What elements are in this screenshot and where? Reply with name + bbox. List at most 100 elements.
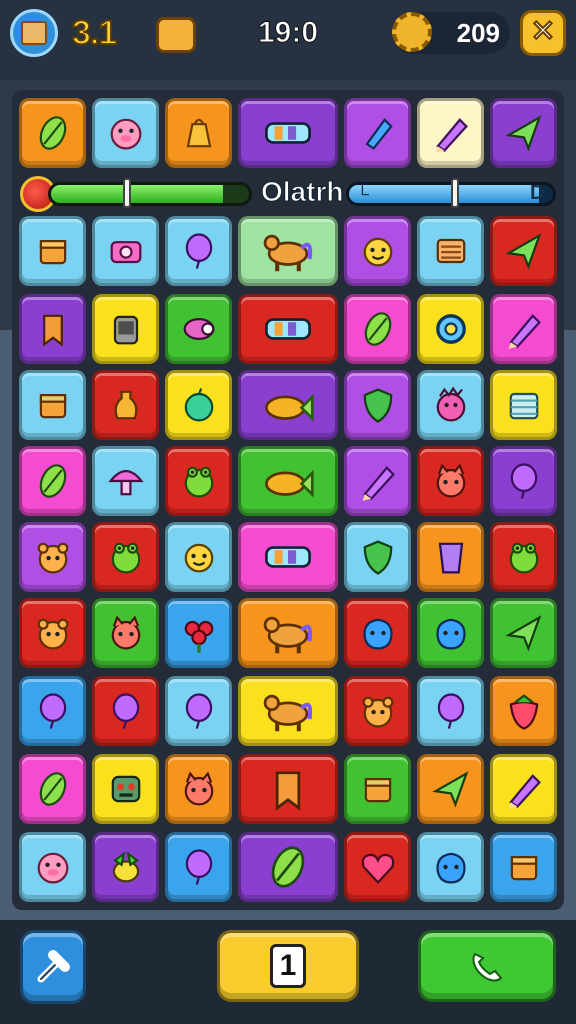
tile-monster[interactable] — [417, 370, 484, 440]
tile-plane[interactable] — [490, 598, 557, 668]
tile-camera[interactable] — [92, 216, 159, 286]
tile-blob[interactable] — [344, 598, 411, 668]
tile-bird[interactable] — [92, 832, 159, 902]
blob-icon — [435, 852, 466, 884]
hammer-icon — [37, 950, 70, 983]
tile-mushroom[interactable] — [92, 446, 159, 516]
tile-scroll[interactable] — [417, 216, 484, 286]
box-icon — [39, 240, 66, 265]
tile-bear[interactable] — [19, 598, 86, 668]
tile-pencil[interactable] — [417, 98, 484, 168]
tile-pen[interactable] — [344, 98, 411, 168]
barrel-icon — [183, 318, 214, 340]
tile-box[interactable] — [490, 832, 557, 902]
tile-frog[interactable] — [165, 446, 232, 516]
tools-button[interactable] — [20, 930, 86, 1004]
counter-button[interactable]: 1 — [217, 930, 359, 1002]
robot-icon — [111, 775, 140, 803]
tile-bag[interactable] — [165, 98, 232, 168]
tile-leaf[interactable] — [19, 98, 86, 168]
tile-horse[interactable] — [238, 598, 338, 668]
gear-icon[interactable] — [392, 12, 432, 52]
tile-box[interactable] — [344, 754, 411, 824]
tile-bottle[interactable] — [92, 370, 159, 440]
tile-strawberry[interactable] — [490, 676, 557, 746]
tile-cat[interactable] — [417, 446, 484, 516]
tile-frog[interactable] — [490, 522, 557, 592]
tile-pencil[interactable] — [344, 446, 411, 516]
tile-balloon[interactable] — [490, 446, 557, 516]
mana-bar-knob[interactable] — [451, 178, 459, 208]
balloon-icon — [185, 849, 212, 885]
tile-balloon[interactable] — [417, 676, 484, 746]
leaf-icon — [364, 312, 391, 346]
tile-device[interactable] — [92, 294, 159, 364]
tile-fish[interactable] — [238, 370, 338, 440]
tile-face[interactable] — [344, 216, 411, 286]
tile-shield[interactable] — [344, 522, 411, 592]
tile-plane[interactable] — [490, 98, 557, 168]
tile-barrel[interactable] — [165, 294, 232, 364]
tile-fish[interactable] — [238, 446, 338, 516]
tile-leaf[interactable] — [238, 832, 338, 902]
tile-tag[interactable] — [238, 754, 338, 824]
bear-icon — [362, 696, 393, 728]
tile-flower[interactable] — [165, 598, 232, 668]
face-icon — [363, 237, 392, 267]
tile-pencil[interactable] — [490, 294, 557, 364]
device-icon — [113, 315, 138, 345]
health-bar-fill — [51, 185, 224, 203]
balloon-icon — [185, 233, 212, 269]
tile-box[interactable] — [19, 216, 86, 286]
blob-icon — [435, 618, 466, 650]
pencil-icon — [362, 466, 395, 501]
horse-icon — [263, 234, 313, 272]
tile-face[interactable] — [165, 522, 232, 592]
leaf-icon — [271, 846, 305, 888]
tile-tube[interactable] — [238, 294, 338, 364]
tile-towel[interactable] — [490, 370, 557, 440]
shield-icon — [363, 388, 392, 423]
tag-icon — [275, 771, 301, 811]
tile-blob[interactable] — [417, 598, 484, 668]
tile-blob[interactable] — [417, 832, 484, 902]
tile-frog[interactable] — [92, 522, 159, 592]
tile-balloon[interactable] — [92, 676, 159, 746]
health-bar — [48, 182, 252, 206]
tile-cat[interactable] — [92, 598, 159, 668]
call-button[interactable] — [418, 930, 556, 1002]
tile-leaf[interactable] — [19, 446, 86, 516]
tile-bear[interactable] — [344, 676, 411, 746]
tile-pig[interactable] — [92, 98, 159, 168]
tile-horse[interactable] — [238, 216, 338, 286]
tile-gear[interactable] — [417, 294, 484, 364]
tile-shield[interactable] — [344, 370, 411, 440]
tile-plane[interactable] — [417, 754, 484, 824]
tile-heart[interactable] — [344, 832, 411, 902]
tube-icon — [265, 546, 311, 568]
tile-bear[interactable] — [19, 522, 86, 592]
tile-tube[interactable] — [238, 522, 338, 592]
tile-tag[interactable] — [19, 294, 86, 364]
tile-cup[interactable] — [417, 522, 484, 592]
tile-horse[interactable] — [238, 676, 338, 746]
tile-leaf[interactable] — [19, 754, 86, 824]
tile-pig[interactable] — [19, 832, 86, 902]
tile-box[interactable] — [19, 370, 86, 440]
balloon-icon — [510, 463, 537, 499]
tile-leaf[interactable] — [344, 294, 411, 364]
close-button[interactable]: ✕ — [520, 10, 566, 56]
tile-apple[interactable] — [165, 370, 232, 440]
tile-balloon[interactable] — [165, 832, 232, 902]
tile-balloon[interactable] — [165, 676, 232, 746]
tile-balloon[interactable] — [165, 216, 232, 286]
tile-plane[interactable] — [490, 216, 557, 286]
tile-balloon[interactable] — [19, 676, 86, 746]
towel-icon — [509, 392, 538, 420]
tile-pencil[interactable] — [490, 754, 557, 824]
tile-tube[interactable] — [238, 98, 338, 168]
tile-cat[interactable] — [165, 754, 232, 824]
tile-robot[interactable] — [92, 754, 159, 824]
pig-icon — [37, 852, 68, 884]
health-bar-knob[interactable] — [123, 178, 131, 208]
